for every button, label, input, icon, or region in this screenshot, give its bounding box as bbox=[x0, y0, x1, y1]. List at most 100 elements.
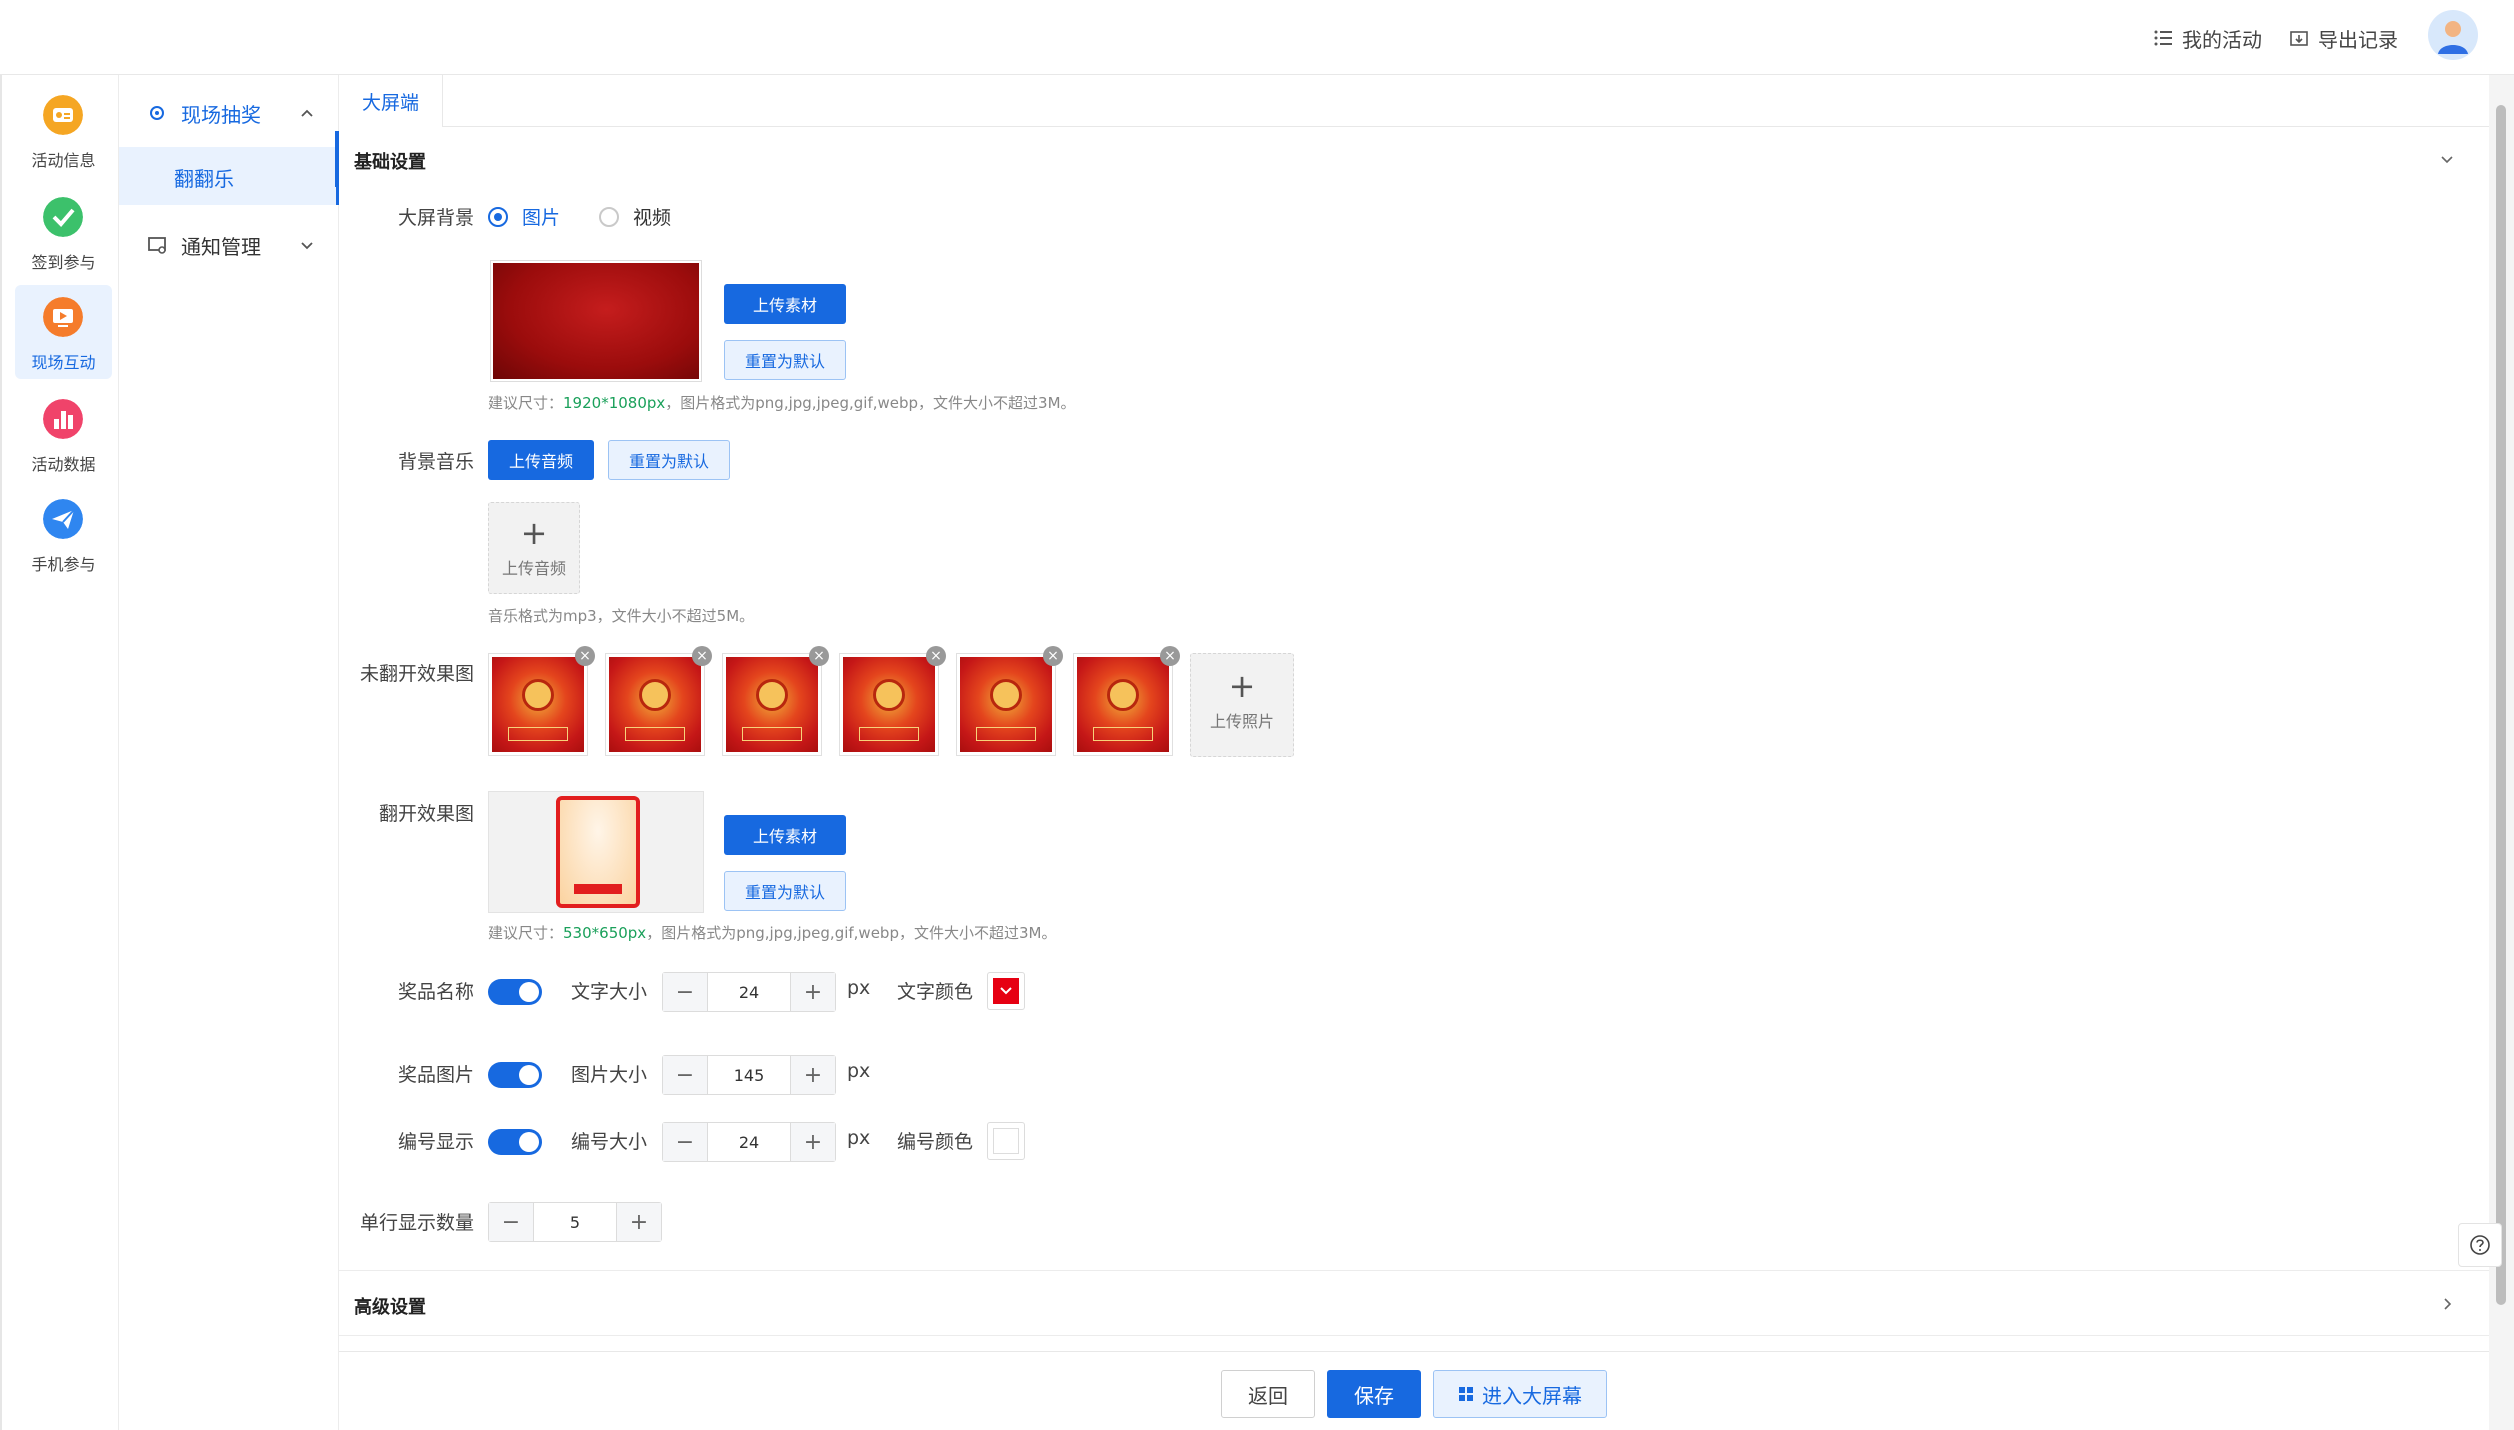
bg-option-image[interactable]: 图片 bbox=[488, 203, 560, 230]
nav-mobile-participate[interactable]: 手机参与 bbox=[15, 487, 112, 581]
nav-checkin[interactable]: 签到参与 bbox=[15, 185, 112, 279]
px-unit: px bbox=[847, 1060, 871, 1082]
number-color-swatch bbox=[993, 1128, 1019, 1154]
remove-icon[interactable]: × bbox=[575, 646, 595, 666]
nav-live-interaction[interactable]: 现场互动 bbox=[15, 285, 112, 379]
number-size-value[interactable]: 24 bbox=[707, 1123, 791, 1161]
plus-button[interactable]: + bbox=[617, 1203, 661, 1241]
row-count-value[interactable]: 5 bbox=[533, 1203, 617, 1241]
subnav-item-flip-game[interactable]: 翻翻乐 bbox=[119, 147, 339, 205]
number-size-stepper[interactable]: − 24 + bbox=[662, 1122, 836, 1162]
unflipped-image[interactable]: × bbox=[605, 646, 712, 756]
activity-data-icon bbox=[43, 399, 83, 439]
card-figure bbox=[990, 679, 1022, 711]
subnav-group-label: 现场抽奖 bbox=[181, 102, 261, 127]
minus-button[interactable]: − bbox=[663, 1056, 707, 1094]
card-band bbox=[1093, 727, 1153, 741]
upload-photo-box[interactable]: + 上传照片 bbox=[1190, 653, 1294, 757]
subnav-group-label: 通知管理 bbox=[181, 234, 261, 259]
unflipped-image[interactable]: × bbox=[956, 646, 1063, 756]
back-button[interactable]: 返回 bbox=[1221, 1370, 1315, 1418]
text-size-value[interactable]: 24 bbox=[707, 973, 791, 1011]
plus-button[interactable]: + bbox=[791, 1123, 835, 1161]
remove-icon[interactable]: × bbox=[1160, 646, 1180, 666]
card-image bbox=[726, 657, 818, 752]
upload-audio-box[interactable]: + 上传音频 bbox=[488, 502, 580, 594]
scrollbar-thumb[interactable] bbox=[2496, 105, 2506, 1305]
plus-button[interactable]: + bbox=[791, 1056, 835, 1094]
enter-big-screen-button[interactable]: 进入大屏幕 bbox=[1433, 1370, 1607, 1418]
unflipped-image[interactable]: × bbox=[1073, 646, 1180, 756]
nav-label: 活动数据 bbox=[31, 455, 96, 474]
basic-settings-header[interactable]: 基础设置 bbox=[335, 131, 2489, 187]
export-icon bbox=[2290, 31, 2308, 46]
prize-image-toggle[interactable] bbox=[488, 1062, 542, 1088]
card-figure bbox=[756, 679, 788, 711]
nav-activity-data[interactable]: 活动数据 bbox=[15, 387, 112, 481]
image-size-value[interactable]: 145 bbox=[707, 1056, 791, 1094]
primary-sidebar: 活动信息 签到参与 现场互动 活动数据 手机参与 bbox=[0, 75, 119, 1430]
nav-activity-info[interactable]: 活动信息 bbox=[15, 83, 112, 177]
unflipped-image[interactable]: × bbox=[488, 646, 595, 756]
row-count-stepper[interactable]: − 5 + bbox=[488, 1202, 662, 1242]
px-unit: px bbox=[847, 1127, 871, 1149]
bg-label: 大屏背景 bbox=[397, 207, 474, 229]
my-activities-label: 我的活动 bbox=[2182, 27, 2262, 52]
radio-circle bbox=[488, 206, 508, 227]
export-records-label: 导出记录 bbox=[2318, 27, 2398, 52]
chevron-down-icon bbox=[1000, 987, 1012, 995]
flip-upload-button[interactable]: 上传素材 bbox=[724, 815, 846, 855]
hint-prefix: 建议尺寸： bbox=[488, 394, 564, 412]
flip-hint: 建议尺寸：530*650px，图片格式为png,jpg,jpeg,gif,web… bbox=[488, 922, 1056, 943]
unflipped-image[interactable]: × bbox=[839, 646, 946, 756]
remove-icon[interactable]: × bbox=[809, 646, 829, 666]
upload-material-button[interactable]: 上传素材 bbox=[724, 284, 846, 324]
remove-icon[interactable]: × bbox=[692, 646, 712, 666]
prize-name-label: 奖品名称 bbox=[397, 981, 474, 1003]
text-color-picker[interactable] bbox=[987, 972, 1025, 1010]
advanced-settings-header[interactable]: 高级设置 bbox=[339, 1270, 2489, 1336]
my-activities-link[interactable]: 我的活动 bbox=[2154, 22, 2262, 54]
help-button[interactable] bbox=[2458, 1223, 2502, 1267]
export-records-link[interactable]: 导出记录 bbox=[2290, 22, 2398, 54]
chevron-up-icon bbox=[301, 109, 313, 117]
prize-name-toggle[interactable] bbox=[488, 979, 542, 1005]
card-image bbox=[492, 657, 584, 752]
save-button[interactable]: 保存 bbox=[1327, 1370, 1421, 1418]
minus-button[interactable]: − bbox=[663, 1123, 707, 1161]
hint-size: 1920*1080px bbox=[563, 394, 666, 412]
minus-button[interactable]: − bbox=[663, 973, 707, 1011]
live-interaction-icon bbox=[43, 297, 83, 337]
bg-option-video[interactable]: 视频 bbox=[599, 203, 671, 230]
card-image bbox=[843, 657, 935, 752]
upload-audio-button[interactable]: 上传音频 bbox=[488, 440, 594, 480]
card-figure bbox=[1107, 679, 1139, 711]
card-band bbox=[742, 727, 802, 741]
gear-icon bbox=[150, 106, 164, 120]
number-size-label: 编号大小 bbox=[571, 1131, 648, 1153]
plus-button[interactable]: + bbox=[791, 973, 835, 1011]
nav-label: 手机参与 bbox=[31, 555, 96, 574]
subnav-item-label: 翻翻乐 bbox=[174, 167, 234, 191]
card-image bbox=[1077, 657, 1169, 752]
hint-prefix: 建议尺寸： bbox=[488, 924, 564, 942]
number-color-picker[interactable] bbox=[987, 1122, 1025, 1160]
flipped-card-image bbox=[556, 796, 640, 908]
subnav-group-live-lottery[interactable]: 现场抽奖 bbox=[119, 83, 339, 143]
hint-size: 530*650px bbox=[563, 924, 647, 942]
remove-icon[interactable]: × bbox=[1043, 646, 1063, 666]
text-size-stepper[interactable]: − 24 + bbox=[662, 972, 836, 1012]
tab-big-screen[interactable]: 大屏端 bbox=[339, 75, 443, 127]
unflipped-image[interactable]: × bbox=[722, 646, 829, 756]
image-size-stepper[interactable]: − 145 + bbox=[662, 1055, 836, 1095]
avatar[interactable] bbox=[2428, 10, 2478, 60]
remove-icon[interactable]: × bbox=[926, 646, 946, 666]
flip-reset-button[interactable]: 重置为默认 bbox=[724, 871, 846, 911]
minus-button[interactable]: − bbox=[489, 1203, 533, 1241]
section-title: 基础设置 bbox=[354, 152, 426, 173]
number-display-toggle[interactable] bbox=[488, 1129, 542, 1155]
grid-icon bbox=[1459, 1387, 1473, 1401]
subnav-group-notification[interactable]: 通知管理 bbox=[119, 215, 339, 275]
reset-default-button[interactable]: 重置为默认 bbox=[724, 340, 846, 380]
music-reset-button[interactable]: 重置为默认 bbox=[608, 440, 730, 480]
